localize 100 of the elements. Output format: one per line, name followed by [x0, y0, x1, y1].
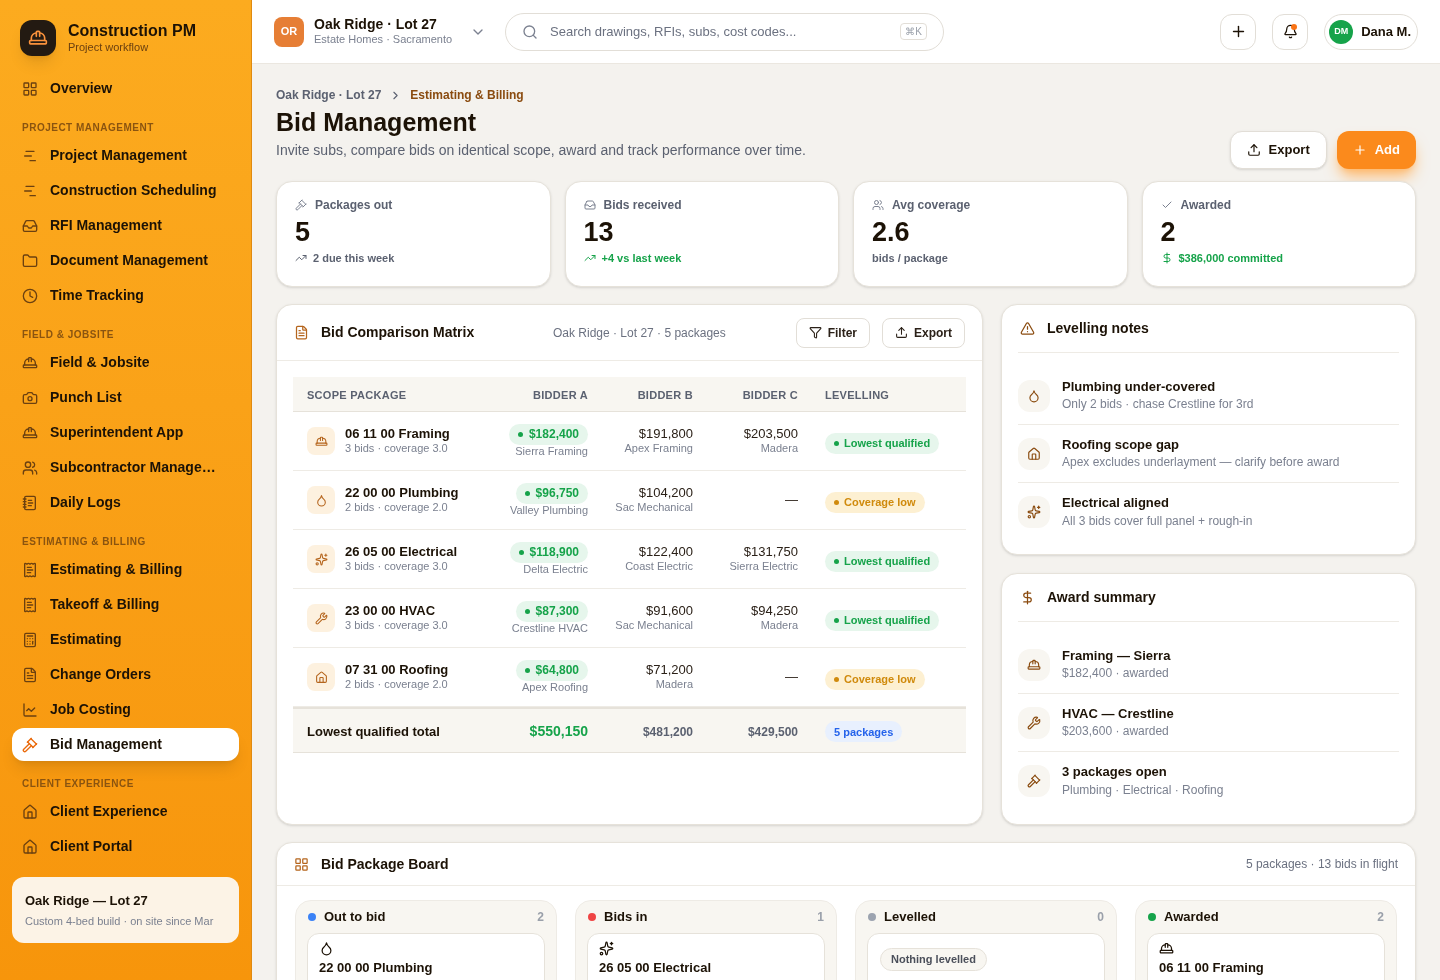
- stat-value: 13: [583, 216, 615, 249]
- stat-note: bids / package: [872, 251, 948, 266]
- column-count: 2: [1377, 909, 1384, 926]
- item-detail: Plumbing · Electrical · Roofing: [1062, 782, 1224, 798]
- card-title: 22 00 00 Plumbing: [319, 959, 434, 977]
- panel-title: Bid Package Board: [321, 854, 450, 874]
- export-button[interactable]: Export: [1229, 131, 1327, 169]
- nav-icon: [22, 631, 38, 648]
- total-value: $429,500: [747, 724, 798, 739]
- stat-icon: [583, 199, 596, 211]
- stat-value: 5: [295, 216, 312, 249]
- panel-context: Oak Ridge · Lot 27 · 5 packages: [553, 324, 727, 342]
- board-card[interactable]: 26 05 00 Electrical: [587, 933, 825, 980]
- export-button[interactable]: Export: [882, 317, 965, 348]
- nav-icon: [22, 494, 38, 511]
- section-heading: CLIENT EXPERIENCE: [21, 776, 135, 791]
- bidder-name: Sac Mechanical: [615, 619, 693, 633]
- notifications-button[interactable]: [1272, 13, 1309, 50]
- package-icon: [307, 545, 335, 573]
- sidebar-item[interactable]: Change Orders: [12, 658, 239, 691]
- sidebar-item[interactable]: Takeoff & Billing: [12, 588, 239, 621]
- sidebar-item[interactable]: RFI Management: [12, 209, 239, 242]
- package-icon: [599, 941, 614, 956]
- stat-note: $386,000 committed: [1178, 251, 1284, 266]
- section-heading: PROJECT MANAGEMENT: [21, 120, 155, 135]
- breadcrumb-link[interactable]: Oak Ridge · Lot 27: [276, 86, 382, 104]
- item-detail: $182,400 · awarded: [1062, 666, 1170, 682]
- search-input[interactable]: Search drawings, RFIs, subs, cost codes...: [550, 21, 889, 42]
- package-name: 26 05 00 Electrical: [345, 544, 458, 561]
- project-card[interactable]: Oak Ridge — Lot 27 Custom 4-bed build · on site since Mar: [12, 877, 239, 943]
- project-subtitle: Estate Homes · Sacramento: [314, 33, 453, 48]
- sidebar-item[interactable]: Overview: [12, 72, 239, 105]
- item-icon: [1018, 437, 1050, 470]
- column-header: LEVELLING: [825, 389, 890, 401]
- nav-icon: [22, 354, 38, 371]
- sidebar-item[interactable]: Document Management: [12, 244, 239, 277]
- column-title: Out to bid: [324, 908, 387, 927]
- sidebar-item[interactable]: Client Portal: [12, 830, 239, 863]
- bidder-name: Madera: [760, 442, 798, 456]
- stat-label: Awarded: [1180, 197, 1231, 214]
- sidebar-item[interactable]: Daily Logs: [12, 486, 239, 519]
- sidebar-item[interactable]: Subcontractor Manage…: [12, 451, 239, 484]
- package-meta: 2 bids · coverage 2.0: [345, 501, 449, 515]
- levelling-badge: Lowest qualified: [825, 609, 940, 631]
- sidebar-item[interactable]: Construction Scheduling: [12, 174, 239, 207]
- nav-icon: [22, 561, 38, 578]
- upload-icon: [1246, 143, 1261, 157]
- card-title: 06 11 00 Framing: [1159, 959, 1265, 977]
- project-card-subtitle: Custom 4-bed build · on site since Mar: [25, 913, 215, 929]
- item-title: Electrical aligned: [1062, 495, 1170, 512]
- package-icon: [319, 941, 334, 956]
- board-card[interactable]: 06 11 00 Framing: [1147, 933, 1385, 980]
- stat-icon: [872, 199, 884, 211]
- sidebar-item[interactable]: Estimating & Billing: [12, 553, 239, 586]
- sidebar-item[interactable]: Estimating: [12, 623, 239, 656]
- bidder-name: Sierra Electric: [729, 560, 798, 574]
- project-switcher[interactable]: OR Oak Ridge · Lot 27 Estate Homes · Sacramento: [274, 15, 489, 48]
- package-name: 23 00 00 HVAC: [345, 603, 437, 620]
- shortcut-key: ⌘K: [900, 23, 927, 40]
- column-header: BIDDER A: [533, 389, 588, 401]
- levelling-badge: Coverage low: [825, 668, 925, 690]
- panel-icon: [1020, 321, 1035, 336]
- project-badge: OR: [274, 16, 304, 47]
- bid-amount: $104,200: [638, 485, 693, 502]
- bid-amount: $131,750: [743, 544, 798, 561]
- bidder-name: Delta Electric: [523, 562, 588, 577]
- item-title: HVAC — Crestline: [1062, 705, 1174, 723]
- nav-icon: [22, 252, 38, 269]
- sidebar-item[interactable]: Project Management: [12, 139, 239, 172]
- sidebar-item[interactable]: Client Experience: [12, 795, 239, 828]
- packages-badge: 5 packages: [825, 721, 903, 743]
- sidebar-item[interactable]: Bid Management: [12, 728, 239, 761]
- sidebar-item[interactable]: Job Costing: [12, 693, 239, 726]
- app-logo: [20, 20, 56, 56]
- package-icon: [1159, 941, 1174, 956]
- nav-icon: [22, 803, 38, 820]
- bid-amount: $118,900: [509, 541, 588, 563]
- plus-icon: [1352, 143, 1367, 157]
- board-card[interactable]: 22 00 00 Plumbing: [307, 933, 545, 980]
- breadcrumb-current: Estimating & Billing: [410, 87, 524, 104]
- item-title: Framing — Sierra: [1062, 647, 1171, 665]
- item-title: Plumbing under-covered: [1062, 378, 1217, 396]
- filter-button[interactable]: Filter: [795, 317, 870, 348]
- bidder-name: Crestline HVAC: [511, 621, 588, 636]
- board-summary: 5 packages · 13 bids in flight: [1245, 856, 1398, 873]
- sidebar-item[interactable]: Superintendent App: [12, 416, 239, 449]
- bid-amount: $91,600: [646, 603, 693, 620]
- empty-badge: Nothing levelled: [880, 947, 987, 971]
- stat-label: Avg coverage: [892, 197, 971, 214]
- sidebar-item[interactable]: Punch List: [12, 381, 239, 414]
- sidebar-item[interactable]: Time Tracking: [12, 279, 239, 312]
- total-label: Lowest qualified total: [307, 723, 440, 739]
- bid-amount: —: [785, 668, 798, 686]
- nav-icon: [22, 80, 38, 97]
- page-title: Bid Management: [276, 107, 478, 138]
- panel-title: Award summary: [1047, 588, 1156, 607]
- sidebar-item[interactable]: Field & Jobsite: [12, 346, 239, 379]
- package-name: 06 11 00 Framing: [345, 426, 450, 443]
- column-title: Awarded: [1164, 908, 1220, 927]
- user-name: Dana M.: [1361, 22, 1411, 41]
